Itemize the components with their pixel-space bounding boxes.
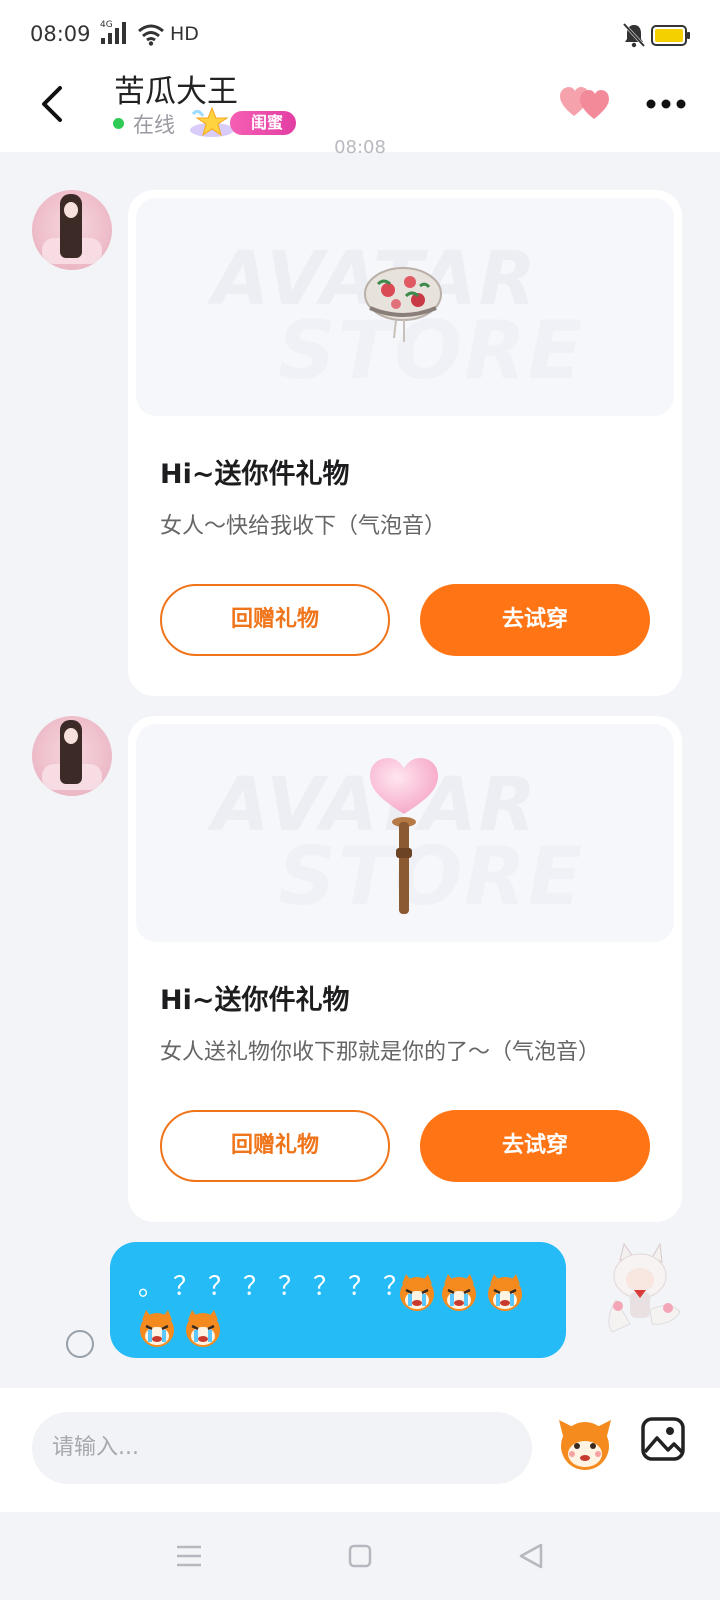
hd-indicator: HD [170, 23, 199, 45]
composer-bar: 请输入... [0, 1388, 720, 1512]
back-arrow-icon[interactable] [34, 82, 70, 126]
sticker-mascot-icon[interactable] [555, 1414, 615, 1474]
mute-bell-icon [622, 22, 646, 48]
nav-back-icon[interactable] [518, 1542, 544, 1570]
message-status-circle [66, 1330, 94, 1358]
message-timestamp: 08:08 [334, 140, 386, 156]
battery-icon [651, 25, 690, 46]
relationship-badge-label: 闺蜜 [230, 111, 296, 135]
return-gift-button[interactable]: 回赠礼物 [160, 584, 390, 656]
intimacy-hearts-icon[interactable] [560, 86, 610, 122]
status-bar: 08:09 4G HD [0, 0, 720, 60]
message-text: 。？？？？？？？ [138, 1272, 419, 1302]
gift-card: AVATAR STORE Hi~送你件礼物 女人～快给我收下（气泡音） 回赠礼物… [128, 190, 682, 696]
gift-preview-image[interactable]: AVATAR STORE [136, 724, 674, 942]
try-on-button[interactable]: 去试穿 [420, 584, 650, 656]
wifi-icon [138, 24, 164, 46]
sent-message-bubble[interactable]: 。？？？？？？？ [110, 1242, 566, 1358]
try-on-button[interactable]: 去试穿 [420, 1110, 650, 1182]
svg-text:4G: 4G [100, 20, 113, 30]
online-indicator-dot [113, 118, 124, 129]
crying-face-icon [400, 1274, 434, 1311]
gift-card: AVATAR STORE Hi~送你件礼物 女人送礼物你收下那就是你的了～（气泡… [128, 716, 682, 1222]
my-avatar[interactable] [590, 1240, 686, 1336]
gift-card-title: Hi~送你件礼物 [160, 985, 350, 1016]
more-options-icon[interactable] [645, 98, 687, 110]
online-status: 在线 [133, 113, 175, 137]
recent-apps-icon[interactable] [176, 1544, 202, 1568]
home-icon[interactable] [348, 1544, 372, 1568]
cellular-signal-icon: 4G [100, 20, 126, 44]
crying-face-icon [140, 1310, 174, 1347]
crying-face-icon [442, 1274, 476, 1311]
status-time: 08:09 [30, 22, 91, 46]
system-nav-bar [0, 1512, 720, 1600]
floral-beret-icon [364, 267, 442, 342]
gift-card-description: 女人～快给我收下（气泡音） [160, 514, 447, 539]
gift-preview-image[interactable]: AVATAR STORE [136, 198, 674, 416]
gift-card-description: 女人送礼物你收下那就是你的了～（气泡音） [160, 1040, 601, 1065]
heart-wand-icon [370, 758, 438, 914]
contact-avatar[interactable] [32, 190, 112, 270]
crying-face-icon [488, 1274, 522, 1311]
message-input[interactable]: 请输入... [32, 1412, 532, 1484]
crying-face-icon [186, 1310, 220, 1347]
chat-header: 苦瓜大王 在线 闺蜜 [0, 60, 720, 152]
image-picker-icon[interactable] [640, 1416, 686, 1462]
contact-avatar[interactable] [32, 716, 112, 796]
return-gift-button[interactable]: 回赠礼物 [160, 1110, 390, 1182]
gift-card-title: Hi~送你件礼物 [160, 459, 350, 490]
relationship-badge[interactable]: 闺蜜 [190, 106, 296, 138]
